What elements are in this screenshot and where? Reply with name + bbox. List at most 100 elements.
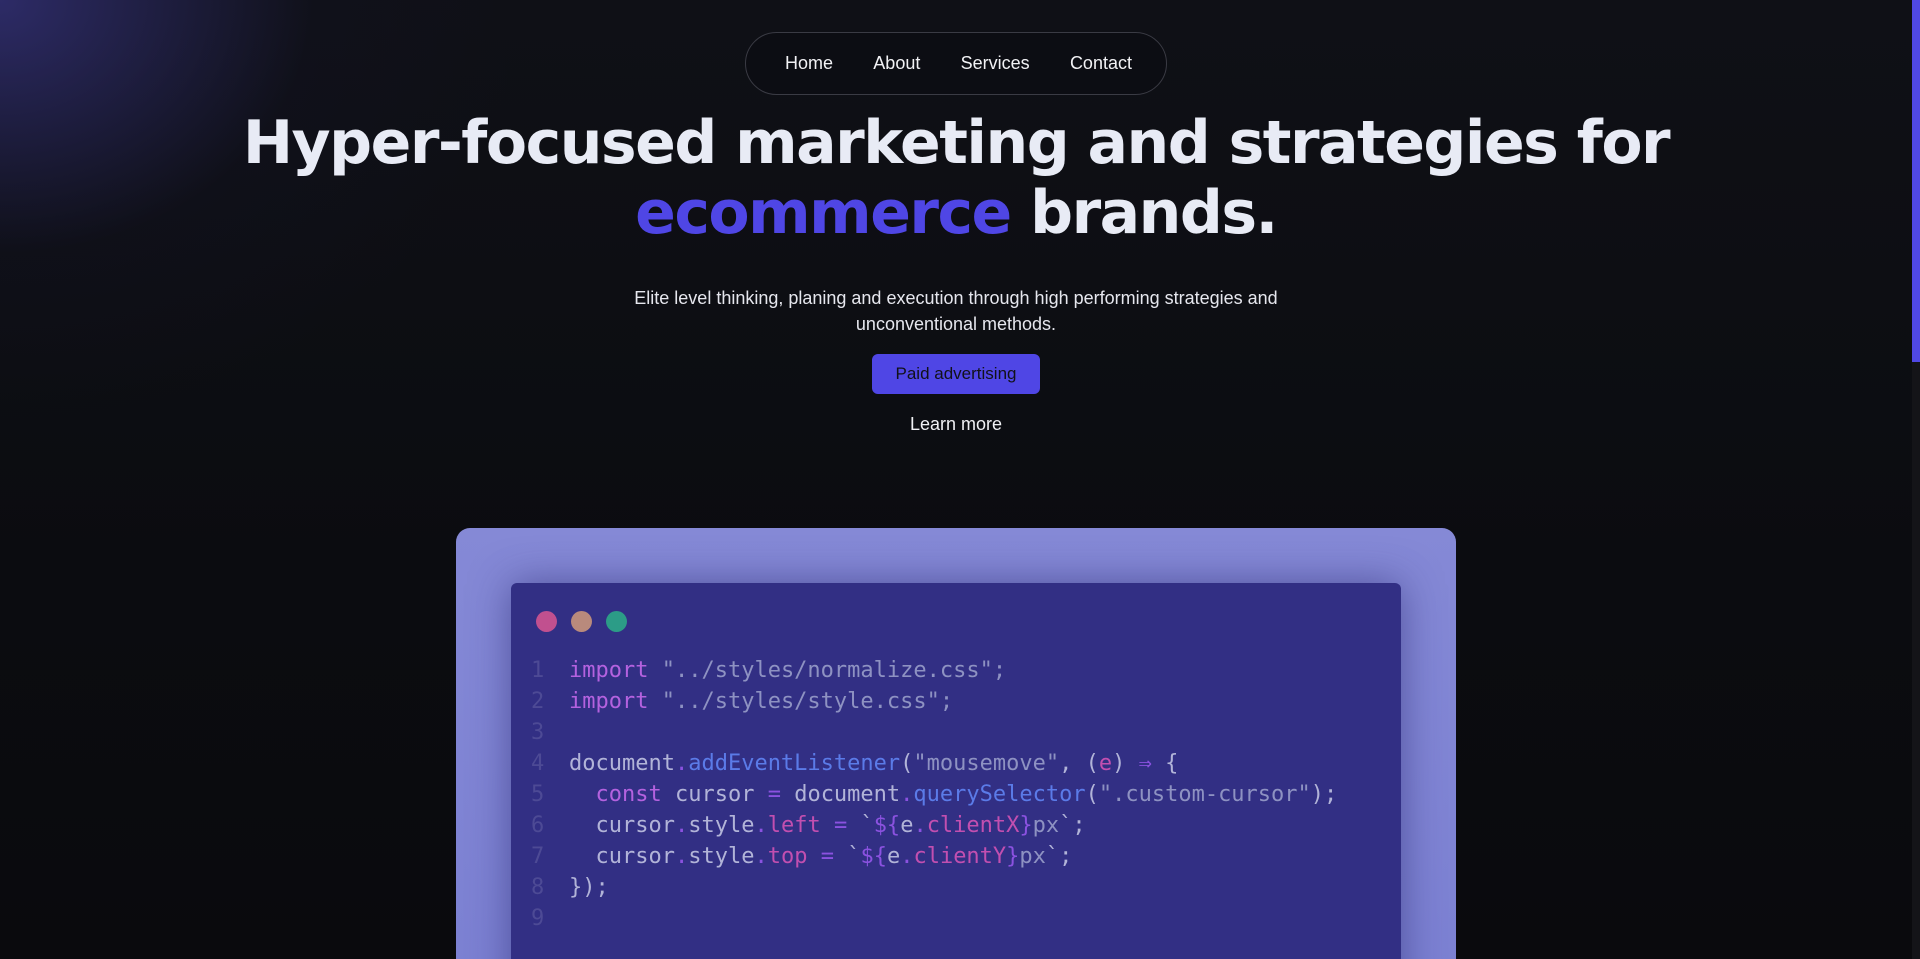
code-token: clientY xyxy=(913,844,1007,869)
line-number: 7 xyxy=(531,844,545,869)
code-token: `; xyxy=(1059,813,1086,838)
line-number: 4 xyxy=(531,751,545,776)
code-line: 9 xyxy=(531,903,1337,934)
code-token: import xyxy=(569,658,649,683)
scrollbar-thumb[interactable] xyxy=(1912,0,1920,362)
paid-advertising-button[interactable]: Paid advertising xyxy=(872,354,1040,394)
code-token: ${ xyxy=(873,813,901,838)
code-token: cursor xyxy=(569,813,675,838)
code-token: ); xyxy=(1310,782,1338,807)
code-text: }); xyxy=(569,872,609,903)
code-token: . xyxy=(674,844,689,869)
code-token: . xyxy=(913,813,927,838)
code-text: cursor.style.left = `${e.clientX}px`; xyxy=(569,810,1086,841)
line-number: 5 xyxy=(531,782,545,807)
code-line: 4 document.addEventListener("mousemove", … xyxy=(531,748,1337,779)
code-token: e xyxy=(886,844,901,869)
code-token: style xyxy=(688,813,755,838)
line-number: 1 xyxy=(531,658,545,683)
code-token: ( xyxy=(900,751,914,776)
nav-services[interactable]: Services xyxy=(961,53,1030,74)
code-block: 1 import "../styles/normalize.css"; 2 impor… xyxy=(531,655,1337,934)
maximize-dot-icon xyxy=(606,611,627,632)
code-token: import xyxy=(569,689,649,714)
scrollbar-track[interactable] xyxy=(1912,0,1920,959)
line-number: 3 xyxy=(531,720,545,745)
nav-contact[interactable]: Contact xyxy=(1070,53,1132,74)
main-nav: Home About Services Contact xyxy=(745,32,1167,95)
code-token: e xyxy=(900,813,914,838)
code-token: querySelector xyxy=(913,782,1086,807)
code-token: ".custom-cursor" xyxy=(1098,782,1311,807)
code-token: . xyxy=(674,751,689,776)
code-window: 1 import "../styles/normalize.css"; 2 impor… xyxy=(511,583,1401,959)
code-text: import "../styles/style.css"; xyxy=(569,686,953,717)
code-token: e xyxy=(1098,751,1113,776)
code-line: 3 xyxy=(531,717,1337,748)
hero-title-end: brands. xyxy=(1010,178,1278,248)
code-token: ${ xyxy=(860,844,887,869)
line-number: 9 xyxy=(531,906,545,931)
nav-home[interactable]: Home xyxy=(785,53,833,74)
code-token: cursor xyxy=(569,844,675,869)
code-token: "mousemove" xyxy=(913,751,1060,776)
code-token: document xyxy=(569,751,675,776)
code-token: cursor xyxy=(661,782,768,807)
code-showcase-frame: 1 import "../styles/normalize.css"; 2 impor… xyxy=(456,528,1456,959)
line-number: 2 xyxy=(531,689,545,714)
line-number: 6 xyxy=(531,813,545,838)
code-token: . xyxy=(900,844,914,869)
code-token: { xyxy=(1151,751,1179,776)
nav-about[interactable]: About xyxy=(873,53,920,74)
code-token: addEventListener xyxy=(688,751,901,776)
code-text: const cursor = document.querySelector(".… xyxy=(569,779,1338,810)
code-token: style xyxy=(688,844,755,869)
code-token: } xyxy=(1006,844,1020,869)
code-token: . xyxy=(754,813,768,838)
code-line: 5 const cursor = document.querySelector(… xyxy=(531,779,1337,810)
code-line: 8}); xyxy=(531,872,1337,903)
code-token: } xyxy=(1019,813,1033,838)
code-token: }); xyxy=(569,875,609,900)
code-token: ` xyxy=(833,844,861,869)
close-dot-icon xyxy=(536,611,557,632)
minimize-dot-icon xyxy=(571,611,592,632)
code-text: cursor.style.top = `${e.clientY}px`; xyxy=(569,841,1072,872)
code-text: document.addEventListener("mousemove", (… xyxy=(569,748,1178,779)
code-token: px xyxy=(1032,813,1060,838)
hero-title: Hyper-focused marketing and strategies f… xyxy=(0,108,1912,248)
code-token: "../styles/style.css"; xyxy=(661,689,954,714)
hero-title-accent: ecommerce xyxy=(635,178,1012,248)
window-controls xyxy=(536,611,627,632)
code-line: 1 import "../styles/normalize.css"; xyxy=(531,655,1337,686)
code-line: 7 cursor.style.top = `${e.clientY}px`; xyxy=(531,841,1337,872)
code-text: import "../styles/normalize.css"; xyxy=(569,655,1006,686)
code-token: "../styles/normalize.css"; xyxy=(661,658,1007,683)
code-token: , ( xyxy=(1059,751,1099,776)
code-token: document xyxy=(780,782,901,807)
code-token: top xyxy=(767,844,808,869)
hero-subtitle: Elite level thinking, planing and execut… xyxy=(634,288,1278,334)
code-token: `; xyxy=(1045,844,1073,869)
code-token: = xyxy=(820,844,834,869)
code-token: ( xyxy=(1085,782,1099,807)
code-token: const xyxy=(595,782,662,807)
learn-more-link[interactable]: Learn more xyxy=(0,414,1912,435)
code-token: clientX xyxy=(926,813,1020,838)
code-token: = xyxy=(767,782,781,807)
code-token: . xyxy=(674,813,689,838)
code-token: px xyxy=(1019,844,1046,869)
code-token: = xyxy=(833,813,848,838)
code-line: 6 cursor.style.left = `${e.clientX}px`; xyxy=(531,810,1337,841)
hero-title-line1: Hyper-focused marketing and strategies f… xyxy=(242,108,1671,178)
code-token: ` xyxy=(847,813,874,838)
code-token: . xyxy=(900,782,914,807)
code-line: 2 import "../styles/style.css"; xyxy=(531,686,1337,717)
code-token: . xyxy=(754,844,768,869)
